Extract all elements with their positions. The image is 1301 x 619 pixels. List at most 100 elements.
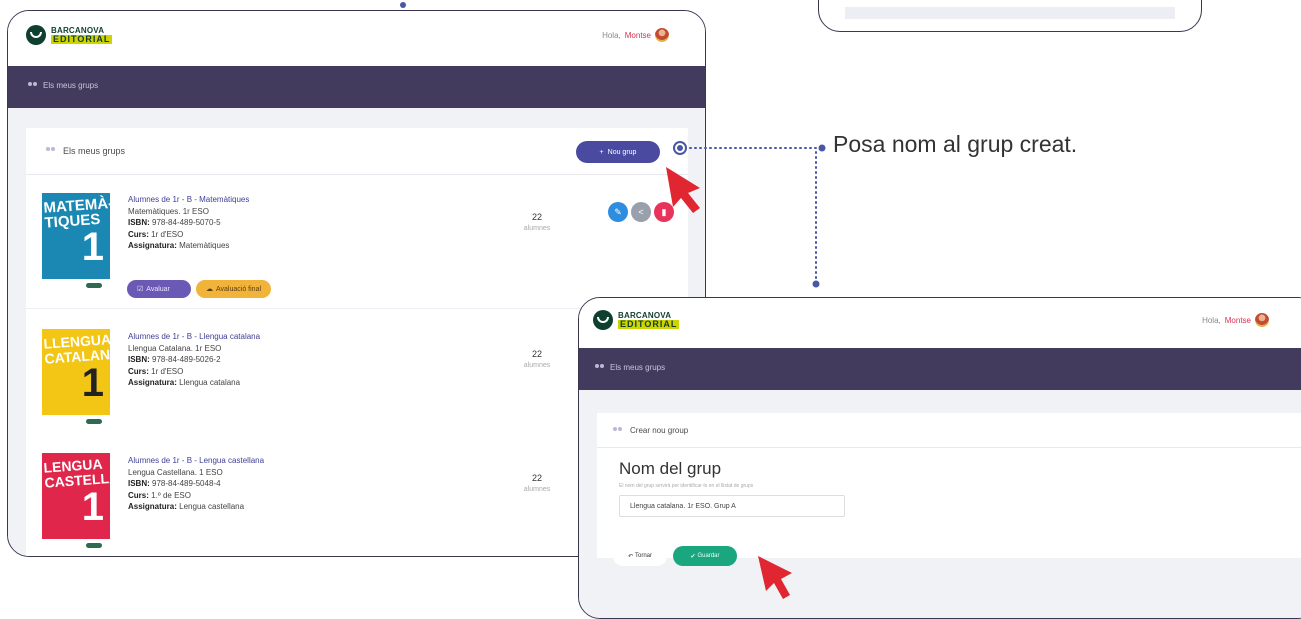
checklist-icon: ☑ (137, 286, 144, 293)
group-name-input[interactable]: Llengua catalana. 1r ESO. Grup A (619, 495, 845, 517)
user-name: Montse (624, 30, 651, 40)
avatar[interactable] (655, 28, 669, 42)
subject-value: Matemàtiques (179, 241, 230, 250)
student-count-value: 22 (531, 212, 542, 222)
subject-label: Assignatura: (128, 502, 177, 511)
create-group-screen-frame: BARCANOVA EDITORIAL Hola, Montse Els meu… (578, 297, 1301, 619)
barcanova-logo[interactable]: BARCANOVA EDITORIAL (593, 310, 680, 330)
new-group-label: Nou grup (607, 148, 637, 156)
group-icon (595, 363, 605, 372)
card-title-text: Els meus grups (63, 146, 126, 156)
student-count-unit: alumnes (523, 362, 551, 369)
groups-card-title: Els meus grups (46, 146, 125, 156)
student-count-unit: alumnes (523, 486, 551, 493)
user-greeting[interactable]: Hola, Montse (602, 28, 669, 42)
course-value: 1.º de ESO (151, 490, 191, 500)
nav-item-my-groups[interactable]: Els meus grups (595, 363, 665, 372)
course-value: 1r d'ESO (151, 366, 184, 376)
final-evaluation-label: Avaluació final (216, 285, 262, 293)
barcanova-logo[interactable]: BARCANOVA EDITORIAL (26, 25, 113, 45)
check-icon: ✔ (690, 553, 696, 560)
avatar[interactable] (1255, 313, 1269, 327)
logo-icon (593, 310, 613, 330)
create-group-card-header: Crear nou group (597, 413, 1301, 448)
course-label: Curs: (128, 229, 149, 239)
group-info: Alumnes de 1r - B - Lengua castellana Le… (128, 455, 264, 513)
group-subject-line: Llengua Catalana. 1r ESO (128, 343, 222, 353)
edit-icon[interactable]: ✎ (608, 202, 628, 222)
nav-item-label: Els meus grups (610, 363, 666, 372)
save-label: Guardar (697, 553, 720, 559)
nav-item-my-groups[interactable]: Els meus grups (28, 81, 98, 90)
student-count: 22 alumnes (512, 473, 562, 493)
nav-bar: Els meus grups (579, 348, 1301, 390)
create-group-card: Crear nou group Nom del grup El nom del … (597, 413, 1301, 558)
isbn-value: 978-84-489-5026-2 (152, 355, 221, 364)
connector-dot (812, 280, 820, 288)
greeting-prefix: Hola, (1202, 315, 1221, 325)
student-count: 22 alumnes (512, 349, 562, 369)
previous-screen-frame (818, 0, 1202, 32)
course-value: 1r d'ESO (151, 229, 184, 239)
evaluate-label: Avaluar (146, 285, 170, 293)
group-icon (28, 81, 38, 90)
isbn-label: ISBN: (128, 218, 150, 227)
back-label: Tornar (635, 553, 653, 559)
book-cover-catalan: LLENGUA CATALANA 1 (42, 329, 110, 429)
course-label: Curs: (128, 366, 149, 376)
app-header: BARCANOVA EDITORIAL Hola, Montse (8, 11, 705, 66)
user-name: Montse (1224, 315, 1251, 325)
new-group-button[interactable]: + Nou grup (576, 141, 660, 163)
cover-number: 1 (81, 485, 104, 529)
groups-card-header: Els meus grups + Nou grup (26, 128, 688, 175)
group-icon (613, 426, 623, 435)
subject-value: Lengua castellana (179, 502, 245, 511)
evaluate-button[interactable]: ☑ Avaluar (127, 280, 191, 298)
group-actions: ✎ < ▮ (608, 202, 674, 222)
nav-item-label: Els meus grups (43, 81, 99, 90)
group-info: Alumnes de 1r - B - Llengua catalana Lle… (128, 331, 260, 389)
book-cover-spanish: LENGUA CASTELLANA 1 (42, 453, 110, 553)
back-button[interactable]: ↶ Tornar (613, 546, 667, 566)
evaluation-buttons: ☑ Avaluar ☁ Avaluació final (127, 280, 272, 298)
cover-number: 1 (81, 361, 104, 405)
student-count-value: 22 (531, 349, 542, 359)
user-greeting[interactable]: Hola, Montse (1202, 313, 1269, 327)
create-group-card-title: Crear nou group (613, 426, 688, 435)
cover-footer (42, 279, 110, 293)
share-icon[interactable]: < (631, 202, 651, 222)
logo-line2: EDITORIAL (51, 34, 113, 44)
subject-value: Llengua catalana (179, 378, 241, 387)
course-label: Curs: (128, 490, 149, 500)
group-row[interactable]: MATEMÀ-TIQUES 1 Alumnes de 1r - B - Mate… (26, 186, 688, 309)
callout-text: Posa nom al grup creat. (833, 131, 1078, 157)
group-name-heading: Nom del grup (619, 459, 722, 478)
group-info: Alumnes de 1r - B - Matemàtiques Matemàt… (128, 194, 249, 252)
group-title-link[interactable]: Alumnes de 1r - B - Lengua castellana (128, 455, 264, 467)
group-title-link[interactable]: Alumnes de 1r - B - Matemàtiques (128, 194, 249, 206)
connector-dot (400, 2, 406, 8)
cover-number: 1 (81, 225, 104, 269)
card-title-text: Crear nou group (630, 426, 689, 435)
greeting-prefix: Hola, (602, 30, 621, 40)
isbn-value: 978-84-489-5048-4 (152, 479, 221, 488)
logo-line2: EDITORIAL (618, 319, 680, 329)
plus-icon: + (599, 148, 604, 156)
final-evaluation-button[interactable]: ☁ Avaluació final (196, 280, 272, 298)
cover-footer (42, 539, 110, 553)
cloud-icon: ☁ (206, 286, 213, 293)
back-arrow-icon: ↶ (627, 553, 633, 560)
isbn-value: 978-84-489-5070-5 (152, 218, 221, 227)
student-count-unit: alumnes (523, 225, 551, 232)
group-icon (46, 147, 56, 155)
previous-screen-strip (845, 7, 1175, 19)
isbn-label: ISBN: (128, 479, 150, 488)
cover-footer (42, 415, 110, 429)
group-subject-line: Lengua Castellana. 1 ESO (128, 467, 223, 477)
isbn-label: ISBN: (128, 355, 150, 364)
save-button[interactable]: ✔ Guardar (673, 546, 737, 566)
subject-label: Assignatura: (128, 241, 177, 250)
group-title-link[interactable]: Alumnes de 1r - B - Llengua catalana (128, 331, 260, 343)
app-header: BARCANOVA EDITORIAL Hola, Montse (579, 298, 1301, 348)
delete-icon[interactable]: ▮ (654, 202, 674, 222)
